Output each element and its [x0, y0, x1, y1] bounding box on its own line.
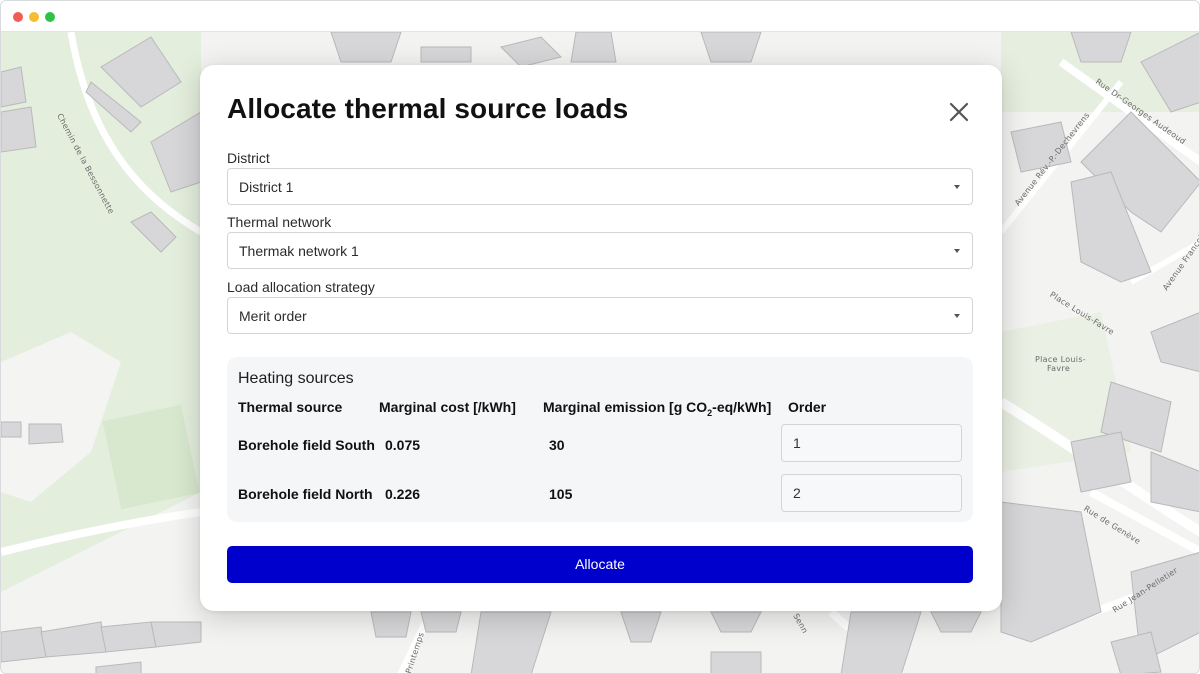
dialog-title: Allocate thermal source loads — [227, 93, 629, 124]
map-label-place-1: Place Louis- — [1035, 355, 1086, 364]
thermal-network-value: Thermak network 1 — [239, 243, 359, 259]
row-source: Borehole field North — [238, 486, 373, 502]
row-cost: 0.075 — [385, 437, 421, 453]
column-header-emission: Marginal emission [g CO2-eq/kWh] — [543, 399, 771, 418]
thermal-network-select[interactable]: Thermak network 1 — [227, 232, 973, 269]
district-select[interactable]: District 1 — [227, 168, 973, 205]
row-cost: 0.226 — [385, 486, 421, 502]
window-close-dot[interactable] — [13, 12, 23, 22]
thermal-network-label: Thermal network — [227, 214, 332, 230]
row-source: Borehole field South — [238, 437, 375, 453]
emission-header-prefix: Marginal emission [g CO — [543, 399, 708, 415]
close-icon[interactable] — [944, 97, 974, 127]
chevron-down-icon — [954, 249, 960, 253]
title-bar — [1, 1, 1199, 32]
allocate-dialog: Allocate thermal source loads District D… — [200, 65, 1002, 611]
strategy-select[interactable]: Merit order — [227, 297, 973, 334]
chevron-down-icon — [954, 314, 960, 318]
strategy-value: Merit order — [239, 308, 307, 324]
map-label-place-2: Favre — [1047, 364, 1071, 373]
order-input[interactable] — [781, 474, 962, 512]
window-maximize-dot[interactable] — [45, 12, 55, 22]
column-header-cost: Marginal cost [/kWh] — [379, 399, 516, 415]
district-value: District 1 — [239, 179, 294, 195]
row-emission: 30 — [549, 437, 565, 453]
heating-sources-panel: Heating sources Thermal source Marginal … — [227, 357, 973, 522]
district-label: District — [227, 150, 270, 166]
strategy-label: Load allocation strategy — [227, 279, 375, 295]
window-minimize-dot[interactable] — [29, 12, 39, 22]
chevron-down-icon — [954, 185, 960, 189]
emission-header-suffix: -eq/kWh] — [712, 399, 772, 415]
column-header-source: Thermal source — [238, 399, 343, 415]
row-emission: 105 — [549, 486, 573, 502]
heating-sources-title: Heating sources — [238, 370, 354, 387]
app-window: Chemin de la Bessonnette Rue Dr-Georges … — [0, 0, 1200, 674]
column-header-order: Order — [788, 399, 827, 415]
allocate-button[interactable]: Allocate — [227, 546, 973, 583]
order-input[interactable] — [781, 424, 962, 462]
